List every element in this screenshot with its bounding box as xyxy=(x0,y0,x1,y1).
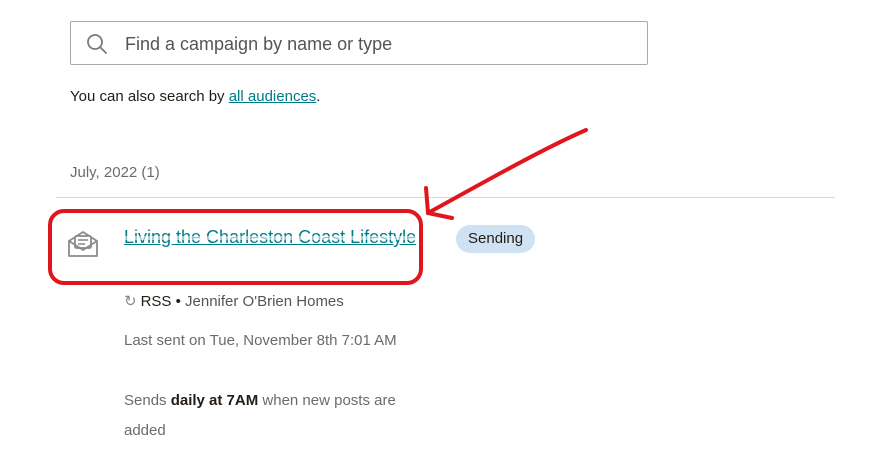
campaign-author: Jennifer O'Brien Homes xyxy=(185,293,344,310)
meta-separator: • xyxy=(171,293,186,310)
campaigns-page: You can also search by all audiences. Ju… xyxy=(0,0,873,457)
campaign-search-box[interactable] xyxy=(70,21,648,65)
campaign-title-link[interactable]: Living the Charleston Coast Lifestyle xyxy=(124,226,424,248)
helper-suffix: . xyxy=(316,88,321,105)
refresh-icon: ↻ xyxy=(124,293,137,310)
sends-schedule-text: Sends daily at 7AM when new posts are ad… xyxy=(124,386,434,446)
campaign-meta: ↻ RSS • Jennifer O'Brien Homes xyxy=(124,292,344,310)
helper-prefix: You can also search by xyxy=(70,88,229,105)
sends-prefix: Sends xyxy=(124,392,171,409)
last-sent-text: Last sent on Tue, November 8th 7:01 AM xyxy=(124,332,397,349)
status-badge: Sending xyxy=(456,225,536,253)
all-audiences-link[interactable]: all audiences xyxy=(229,88,317,105)
group-divider xyxy=(56,197,835,198)
sends-schedule: daily at 7AM xyxy=(170,392,259,409)
campaign-search-input[interactable] xyxy=(123,28,627,60)
campaign-type: RSS xyxy=(140,293,172,310)
search-helper-text: You can also search by all audiences. xyxy=(70,88,320,105)
email-campaign-icon xyxy=(68,231,98,257)
month-group-heading: July, 2022 (1) xyxy=(70,164,160,181)
search-icon xyxy=(87,34,107,54)
